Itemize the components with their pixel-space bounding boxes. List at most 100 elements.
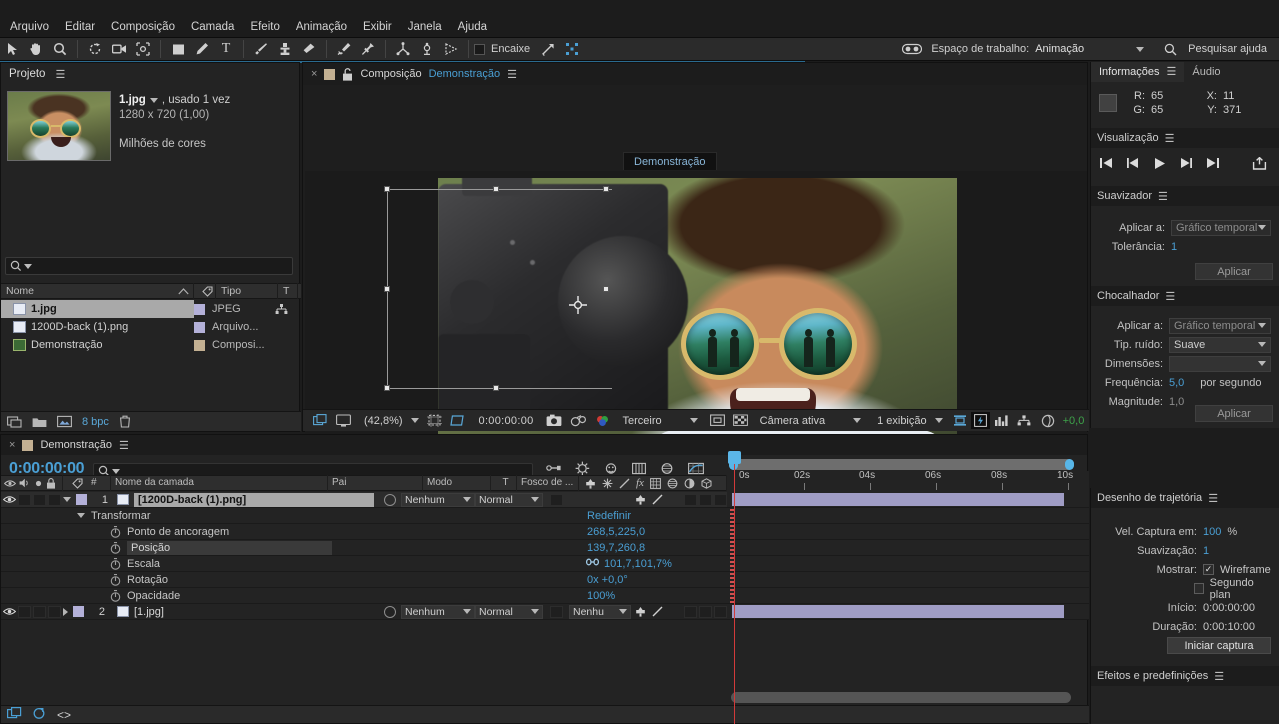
stopwatch-icon[interactable]	[109, 557, 121, 570]
wireframe-checkbox[interactable]: ✓	[1203, 564, 1214, 575]
panel-menu-icon[interactable]: ☰	[1158, 190, 1168, 203]
menu-efeito[interactable]: Efeito	[242, 19, 287, 36]
last-frame-button[interactable]	[1206, 155, 1220, 171]
snap-grid-icon[interactable]	[560, 38, 584, 60]
property-row-rotation[interactable]: Rotação 0x +0,0°	[1, 572, 727, 588]
region-of-interest-icon[interactable]	[446, 410, 469, 432]
wiggler-noise-select[interactable]: Suave	[1169, 336, 1271, 353]
eye-icon[interactable]	[3, 493, 16, 506]
column-header-t[interactable]: T	[491, 475, 517, 491]
layer-label-color[interactable]	[73, 606, 84, 617]
transform-reset-link[interactable]: Redefinir	[587, 510, 631, 522]
panel-menu-icon[interactable]: ☰	[507, 68, 517, 81]
comp-flowchart-icon[interactable]	[1013, 410, 1035, 432]
timeline-track-area[interactable]	[727, 492, 1089, 620]
grid-guides-icon[interactable]	[423, 410, 446, 432]
panel-menu-icon[interactable]: ☰	[1208, 492, 1218, 505]
selection-tool-icon[interactable]	[0, 38, 24, 60]
composition-timecode[interactable]: 0:00:00:00	[469, 410, 538, 432]
tab-informacoes[interactable]: Informações ☰	[1091, 62, 1185, 82]
layer-mode-cell[interactable]: Normal	[475, 492, 543, 507]
composition-subtab[interactable]: Demonstração	[623, 152, 717, 170]
first-frame-button[interactable]	[1099, 155, 1113, 171]
brush-tool-icon[interactable]	[249, 38, 273, 60]
panel-menu-icon[interactable]: ☰	[1167, 62, 1177, 82]
zoom-tool-icon[interactable]	[48, 38, 72, 60]
transform-handle-tc[interactable]	[493, 186, 499, 192]
anchor-point-icon[interactable]	[569, 296, 587, 314]
workspace-glasses-icon[interactable]	[899, 38, 925, 60]
column-header-type[interactable]: Tipo	[216, 283, 278, 299]
property-value[interactable]: 101,7,101,7%	[604, 558, 672, 570]
motion-blur-toggle[interactable]	[699, 605, 712, 618]
track-matte-select[interactable]: Nenhu	[569, 604, 631, 619]
mode-select[interactable]: Normal	[475, 604, 543, 619]
layer-label-color[interactable]	[76, 494, 87, 505]
table-row[interactable]: 1 [1200D-back (1).png] Nenhum Normal	[1, 492, 727, 508]
property-group-row[interactable]: Transformar Redefinir	[1, 508, 727, 524]
track-row-scale[interactable]	[727, 556, 1089, 572]
exposure-value[interactable]: +0,0	[1059, 410, 1089, 432]
layer-parent-cell[interactable]: Nenhum	[380, 492, 475, 507]
chevron-down-icon[interactable]	[77, 513, 85, 518]
track-row-layer1[interactable]	[727, 492, 1089, 508]
play-button[interactable]	[1153, 155, 1166, 171]
transform-handle-mr[interactable]	[603, 286, 609, 292]
mode-select[interactable]: Normal	[475, 492, 543, 507]
layer-selection-box[interactable]	[384, 186, 612, 391]
table-row[interactable]: 2 [1.jpg] Nenhum Normal Nenhu	[1, 604, 727, 620]
menu-camada[interactable]: Camada	[183, 19, 242, 36]
shape-tool-icon[interactable]	[166, 38, 190, 60]
layer-parent-cell[interactable]: Nenhum	[380, 604, 475, 619]
label-color-swatch[interactable]	[194, 303, 205, 315]
stopwatch-icon[interactable]	[109, 589, 121, 602]
panel-menu-icon[interactable]: ☰	[1214, 670, 1224, 683]
track-row-position[interactable]	[727, 540, 1089, 556]
search-help-label[interactable]: Pesquisar ajuda	[1188, 43, 1267, 55]
property-value[interactable]: 100%	[587, 590, 615, 602]
views-value[interactable]: 1 exibição	[865, 410, 931, 432]
ram-preview-button[interactable]	[1252, 155, 1267, 171]
previous-frame-button[interactable]	[1126, 155, 1140, 171]
shy-icon[interactable]	[634, 606, 647, 617]
search-filter-chevron-icon[interactable]	[24, 263, 32, 269]
composition-name[interactable]: Demonstração	[429, 68, 501, 80]
track-row-transform[interactable]	[727, 508, 1089, 524]
property-row-position[interactable]: Posição 139,7,260,8	[1, 540, 727, 556]
local-axis-mode-icon[interactable]	[391, 38, 415, 60]
fast-preview-icon[interactable]	[970, 412, 990, 429]
snap-arrow-icon[interactable]	[536, 38, 560, 60]
panel-menu-icon[interactable]: ☰	[1165, 132, 1175, 145]
timeline-ruler[interactable]: 0s 02s 04s 06s 08s 10s	[727, 455, 1089, 495]
layer-preserve-transparency[interactable]	[543, 493, 569, 506]
resolution-dropdown-icon[interactable]	[689, 418, 698, 423]
property-row-anchor-point[interactable]: Ponto de ancoragem 268,5,225,0	[1, 524, 727, 540]
column-header-parent[interactable]: Pai	[328, 475, 423, 491]
menu-editar[interactable]: Editar	[57, 19, 103, 36]
project-row-demonstracao[interactable]: Demonstração Composi...	[1, 336, 301, 354]
property-row-opacity[interactable]: Opacidade 100%	[1, 588, 727, 604]
stopwatch-icon[interactable]	[109, 525, 121, 538]
shy-icon[interactable]	[634, 494, 647, 505]
frame-blend-toggle[interactable]	[684, 605, 697, 618]
panel-menu-icon[interactable]: ☰	[55, 68, 65, 81]
background-checkbox[interactable]	[1193, 583, 1204, 594]
solo-toggle[interactable]	[33, 605, 46, 618]
hand-tool-icon[interactable]	[24, 38, 48, 60]
pen-tool-icon[interactable]	[190, 38, 214, 60]
column-header-t[interactable]: T	[278, 283, 298, 299]
panel-menu-icon[interactable]: ☰	[119, 439, 129, 452]
layer-duration-bar[interactable]	[732, 493, 1064, 506]
menu-composicao[interactable]: Composição	[103, 19, 183, 36]
camera-tool-icon[interactable]	[107, 38, 131, 60]
refresh-frame-icon[interactable]	[32, 707, 47, 723]
camera-dropdown-icon[interactable]	[853, 418, 862, 423]
bit-depth-label[interactable]: 8 bpc	[82, 416, 109, 428]
track-row-rotation[interactable]	[727, 572, 1089, 588]
lock-toggle[interactable]	[48, 605, 61, 618]
region-interest-toggle-icon[interactable]	[702, 410, 729, 432]
smoother-apply-select[interactable]: Gráfico temporal	[1171, 219, 1271, 236]
unlock-icon[interactable]	[342, 67, 353, 81]
transform-handle-bc[interactable]	[493, 385, 499, 391]
snapshot-icon[interactable]	[538, 410, 566, 432]
